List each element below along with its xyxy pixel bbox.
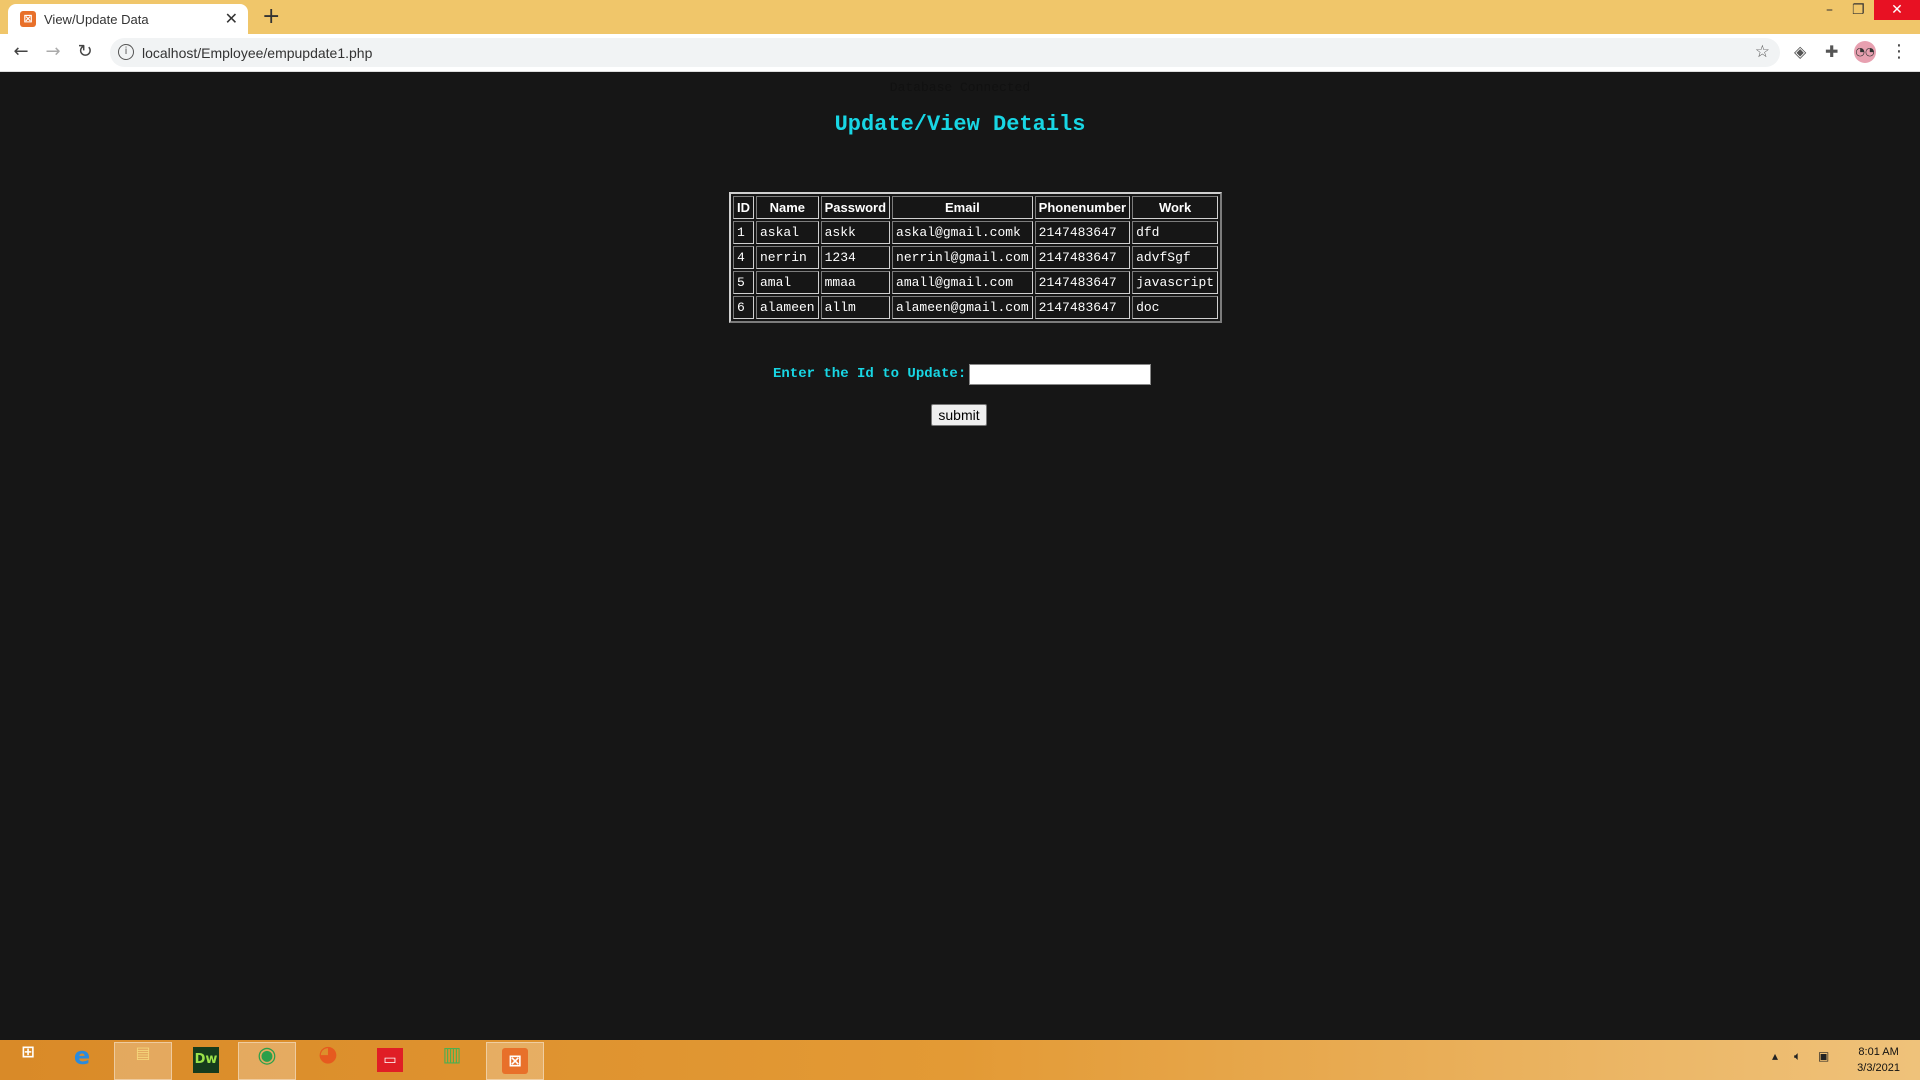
internet-explorer-icon[interactable]: e [54, 1042, 110, 1078]
table-cell: allm [820, 296, 891, 319]
employee-table: ID Name Password Email Phonenumber Work … [729, 192, 1223, 323]
column-header: Work [1132, 196, 1219, 219]
table-cell: 5 [733, 271, 754, 294]
employee-table-wrapper: ID Name Password Email Phonenumber Work … [729, 192, 1223, 323]
extension-icon[interactable]: ◈ [1794, 42, 1806, 61]
reload-icon[interactable]: ↻ [74, 41, 96, 63]
table-cell: alameen@gmail.com [892, 296, 1033, 319]
browser-tab-bar: ⊠ View/Update Data ✕ + – ❐ ✕ [0, 0, 1920, 34]
column-header: Name [756, 196, 819, 219]
column-header: Password [820, 196, 891, 219]
column-header: Email [892, 196, 1033, 219]
table-cell: javascript [1132, 271, 1219, 294]
table-cell: askal [756, 221, 819, 244]
bookmark-star-icon[interactable]: ☆ [1755, 42, 1770, 62]
file-explorer-icon[interactable]: ▤ [114, 1042, 172, 1080]
address-bar[interactable]: i localhost/Employee/empupdate1.php ☆ [110, 38, 1780, 67]
dreamweaver-label: Dw [193, 1047, 219, 1073]
dreamweaver-icon[interactable]: Dw [178, 1042, 234, 1078]
table-cell: mmaa [820, 271, 891, 294]
menu-kebab-icon[interactable]: ⋮ [1888, 41, 1910, 63]
table-cell: 2147483647 [1034, 296, 1131, 319]
update-id-input[interactable] [969, 364, 1151, 385]
url-text[interactable]: localhost/Employee/empupdate1.php [142, 45, 372, 61]
firefox-icon[interactable]: ◕ [300, 1042, 356, 1078]
db-status-text: Database Connected [889, 80, 1031, 95]
table-row: 1 askal askk askal@gmail.comk 2147483647… [733, 221, 1219, 244]
close-icon[interactable]: ✕ [225, 9, 238, 28]
column-header: Phonenumber [1034, 196, 1131, 219]
puzzle-icon[interactable]: ✚ [1825, 42, 1838, 61]
table-row: 6 alameen allm alameen@gmail.com 2147483… [733, 296, 1219, 319]
system-clock[interactable]: 8:01 AM 3/3/2021 [1857, 1044, 1900, 1076]
info-icon[interactable]: i [118, 44, 134, 60]
chrome-icon[interactable]: ◉ [238, 1042, 296, 1080]
table-row: 4 nerrin 1234 nerrinl@gmail.com 21474836… [733, 246, 1219, 269]
network-icon[interactable]: ▣ [1818, 1049, 1829, 1063]
table-cell: nerrinl@gmail.com [892, 246, 1033, 269]
table-cell: askk [820, 221, 891, 244]
tray-expand-icon[interactable]: ▴ [1772, 1049, 1778, 1063]
table-cell: 2147483647 [1034, 246, 1131, 269]
page-title: Update/View Details [834, 112, 1086, 137]
window-close-icon[interactable]: ✕ [1874, 0, 1920, 20]
table-cell: nerrin [756, 246, 819, 269]
table-cell: 2147483647 [1034, 271, 1131, 294]
table-cell: 4 [733, 246, 754, 269]
submit-button[interactable]: submit [931, 404, 987, 426]
volume-icon[interactable]: 🔈︎ [1794, 1049, 1801, 1064]
tab-title: View/Update Data [44, 12, 149, 27]
table-cell: 1 [733, 221, 754, 244]
profile-avatar[interactable]: ◔◔ [1854, 41, 1876, 63]
clock-date: 3/3/2021 [1857, 1062, 1900, 1074]
browser-toolbar: ← → ↻ i localhost/Employee/empupdate1.ph… [0, 34, 1920, 72]
minimize-icon[interactable]: – [1826, 2, 1833, 18]
xampp-icon[interactable]: ⊠ [486, 1042, 544, 1080]
table-cell: 2147483647 [1034, 221, 1131, 244]
table-cell: amal [756, 271, 819, 294]
oracle-icon[interactable]: ▭ [362, 1042, 418, 1078]
restore-icon[interactable]: ❐ [1852, 2, 1865, 18]
browser-tab[interactable]: ⊠ View/Update Data ✕ [8, 4, 248, 34]
forward-icon[interactable]: → [42, 41, 64, 63]
table-cell: doc [1132, 296, 1219, 319]
charts-app-icon[interactable]: ▥ [424, 1042, 480, 1078]
windows-taskbar: ⊞ e ▤ Dw ◉ ◕ ▭ ▥ ⊠ ▴ 🔈︎ ▣ 8:01 AM 3/3/20… [0, 1040, 1920, 1080]
table-cell: advfSgf [1132, 246, 1219, 269]
page-content: Database Connected Update/View Details I… [0, 72, 1920, 1040]
new-tab-icon[interactable]: + [262, 4, 280, 29]
update-id-label: Enter the Id to Update: [773, 366, 967, 382]
windows-start-icon[interactable]: ⊞ [0, 1042, 56, 1078]
table-cell: 1234 [820, 246, 891, 269]
table-header-row: ID Name Password Email Phonenumber Work [733, 196, 1219, 219]
back-icon[interactable]: ← [10, 41, 32, 63]
table-cell: askal@gmail.comk [892, 221, 1033, 244]
table-row: 5 amal mmaa amall@gmail.com 2147483647 j… [733, 271, 1219, 294]
xampp-icon: ⊠ [20, 11, 36, 27]
table-cell: 6 [733, 296, 754, 319]
table-cell: dfd [1132, 221, 1219, 244]
clock-time: 8:01 AM [1858, 1046, 1899, 1058]
table-cell: amall@gmail.com [892, 271, 1033, 294]
table-cell: alameen [756, 296, 819, 319]
column-header: ID [733, 196, 754, 219]
